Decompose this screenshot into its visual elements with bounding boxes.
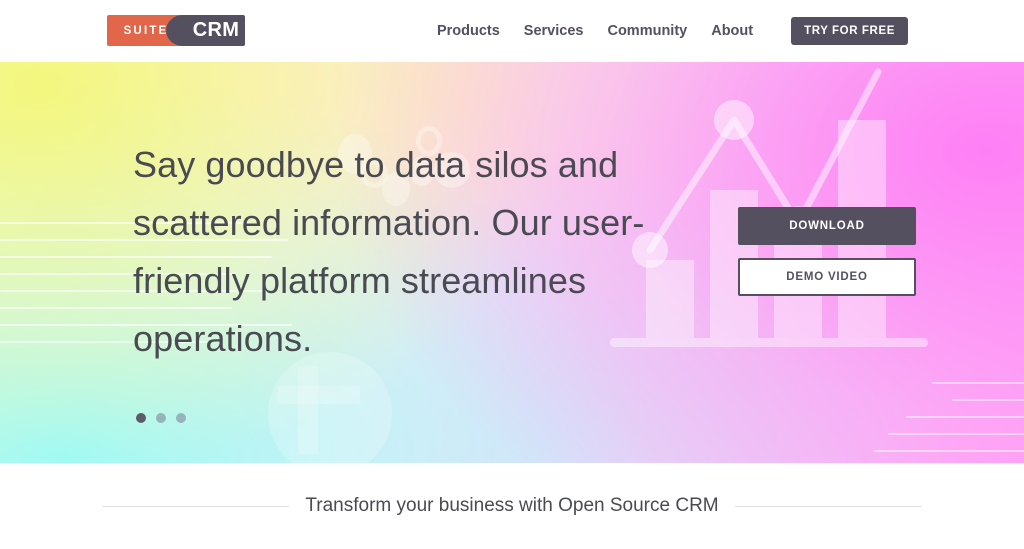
tagline-rule-left [102,505,290,507]
hero-cta-group: DOWNLOAD DEMO VIDEO [738,207,916,296]
tagline-row: Transform your business with Open Source… [102,495,923,517]
page-root: SUITE CRM Products Services Community Ab… [0,0,1024,549]
download-button[interactable]: DOWNLOAD [738,207,916,245]
suitecrm-logo[interactable]: SUITE CRM [107,15,245,46]
hero-headline: Say goodbye to data silos and scattered … [133,144,645,359]
site-header: SUITE CRM Products Services Community Ab… [0,0,1024,62]
nav-item-products[interactable]: Products [425,23,512,39]
nav-item-services[interactable]: Services [512,23,596,39]
carousel-dot-2[interactable] [156,413,166,423]
demo-video-button[interactable]: DEMO VIDEO [738,258,916,296]
nav-item-about[interactable]: About [699,23,765,39]
carousel-dot-1[interactable] [136,413,146,423]
nav-item-community[interactable]: Community [595,23,699,39]
tagline-text: Transform your business with Open Source… [305,495,719,516]
carousel-dot-3[interactable] [176,413,186,423]
carousel-dots [136,413,186,423]
try-for-free-button[interactable]: TRY FOR FREE [791,17,908,45]
logo-crm-badge: CRM [166,15,245,46]
tagline-rule-right [734,505,923,507]
main-navigation: Products Services Community About TRY FO… [425,0,1024,62]
tagline-strip: Transform your business with Open Source… [0,463,1024,549]
hero-banner: Say goodbye to data silos and scattered … [0,62,1024,463]
hero-content: Say goodbye to data silos and scattered … [0,62,1024,463]
logo-crm-text: CRM [192,19,240,41]
